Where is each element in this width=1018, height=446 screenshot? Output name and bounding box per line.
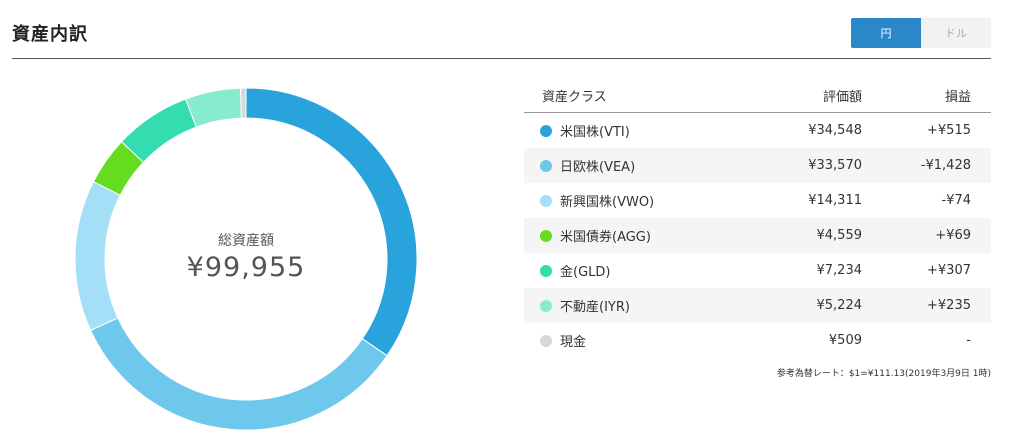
total-assets-value: ¥99,955 [186, 252, 306, 283]
title-divider [12, 58, 991, 59]
table-row: 米国債券(AGG) ¥4,559 +¥69 [524, 218, 991, 253]
currency-toggle: 円 ドル [851, 18, 991, 48]
col-header-pl: 損益 [862, 78, 991, 113]
table-row: 新興国株(VWO) ¥14,311 -¥74 [524, 183, 991, 218]
asset-value: ¥4,559 [752, 218, 862, 253]
donut-slice [89, 317, 388, 431]
page-title: 資産内訳 [12, 24, 88, 45]
asset-value: ¥34,548 [808, 123, 862, 138]
table-header-row: 資産クラス 評価額 損益 [524, 78, 991, 113]
currency-yen-button[interactable]: 円 [851, 18, 921, 48]
asset-name-cell: 現金 [524, 323, 752, 358]
asset-value: ¥7,234 [816, 263, 863, 278]
asset-name-cell: 金(GLD) [524, 253, 752, 288]
asset-name: 米国債券(AGG) [560, 230, 651, 245]
asset-name: 現金 [560, 335, 587, 350]
color-dot-icon [540, 300, 552, 312]
table-row: 日欧株(VEA) ¥33,570 -¥1,428 [524, 148, 991, 183]
table-row: 米国株(VTI) ¥34,548 +¥515 [524, 113, 991, 149]
asset-pl: +¥235 [862, 288, 991, 323]
color-dot-icon [540, 335, 552, 347]
asset-value: ¥14,311 [808, 193, 862, 208]
color-dot-icon [540, 160, 552, 172]
asset-value: ¥509 [828, 333, 862, 348]
table-row: 現金 ¥509 - [524, 323, 991, 358]
donut-slice [120, 98, 197, 164]
asset-name-cell: 米国株(VTI) [524, 113, 752, 149]
donut-slice [74, 181, 121, 332]
table-body: 米国株(VTI) ¥34,548 +¥515 日欧株(VEA) ¥33,570 -¥1,4… [524, 113, 991, 359]
asset-name-cell: 不動産(IYR) [524, 288, 752, 323]
asset-name: 新興国株(VWO) [560, 195, 655, 210]
asset-name: 不動産(IYR) [560, 300, 630, 315]
asset-pl: +¥515 [927, 123, 971, 138]
asset-value: ¥5,224 [752, 288, 862, 323]
table-row: 不動産(IYR) ¥5,224 +¥235 [524, 288, 991, 323]
asset-value: ¥33,570 [752, 148, 862, 183]
col-header-value: 評価額 [752, 78, 862, 113]
asset-name: 金(GLD) [560, 265, 611, 280]
asset-pl: +¥307 [927, 263, 971, 278]
asset-name-cell: 新興国株(VWO) [524, 183, 752, 218]
color-dot-icon [540, 230, 552, 242]
asset-name-cell: 米国債券(AGG) [524, 218, 752, 253]
asset-pl: -¥1,428 [862, 148, 991, 183]
exchange-rate-note: 参考為替レート：$1=¥111.13(2019年3月9日 1時) [776, 369, 991, 379]
donut-slice [185, 87, 243, 128]
asset-name: 米国株(VTI) [560, 125, 630, 140]
asset-donut-chart: 総資産額 ¥99,955 [0, 60, 500, 446]
asset-name: 日欧株(VEA) [560, 160, 636, 175]
asset-pl: +¥69 [862, 218, 991, 253]
currency-dollar-button[interactable]: ドル [921, 18, 991, 48]
asset-pl: - [966, 333, 971, 348]
table-row: 金(GLD) ¥7,234 +¥307 [524, 253, 991, 288]
color-dot-icon [540, 265, 552, 277]
asset-name-cell: 日欧株(VEA) [524, 148, 752, 183]
color-dot-icon [540, 125, 552, 137]
col-header-asset-class: 資産クラス [524, 78, 752, 113]
asset-pl: -¥74 [941, 193, 971, 208]
donut-slice [240, 87, 247, 119]
asset-table: 資産クラス 評価額 損益 米国株(VTI) ¥34,548 +¥515 日欧株(VEA… [524, 78, 991, 358]
color-dot-icon [540, 195, 552, 207]
total-assets-label: 総資産額 [218, 233, 274, 249]
donut-slice [245, 87, 418, 357]
